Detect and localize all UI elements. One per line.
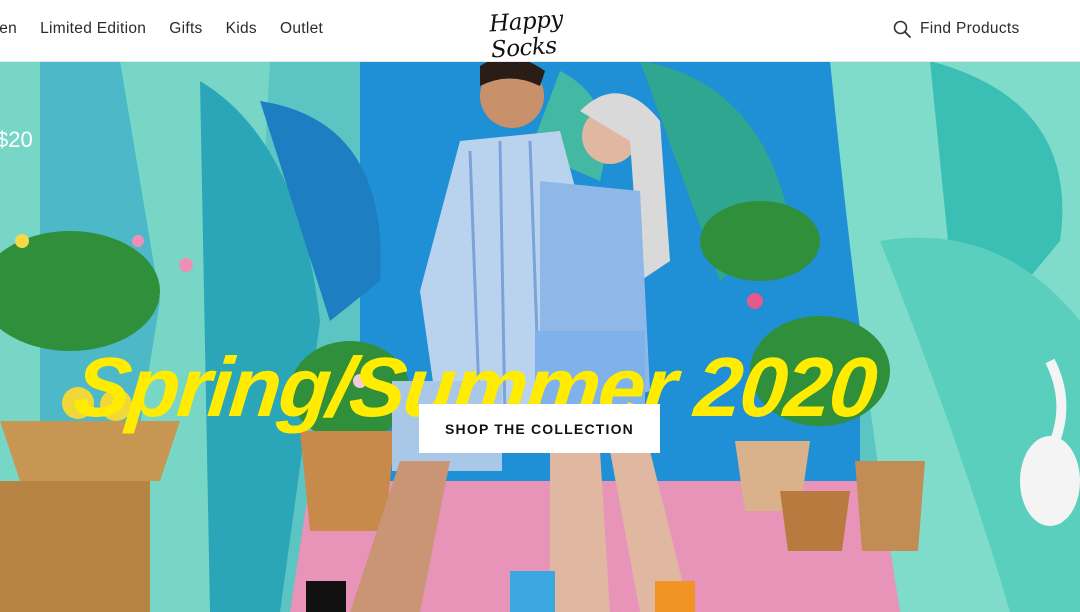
nav-item-limited-edition[interactable]: Limited Edition (40, 20, 146, 38)
happy-socks-logo[interactable]: Happy Socks (488, 6, 590, 63)
logo-wordmark: Happy Socks (488, 6, 564, 64)
site-header: men Limited Edition Gifts Kids Outlet Ha… (0, 0, 1080, 63)
nav-item-outlet[interactable]: Outlet (280, 20, 323, 38)
find-products-label: Find Products (920, 20, 1020, 37)
nav-item-gifts[interactable]: Gifts (169, 20, 202, 38)
search-icon (893, 20, 911, 38)
main-nav: men Limited Edition Gifts Kids Outlet (0, 20, 346, 38)
partial-price-text: $20 (0, 127, 33, 152)
shop-the-collection-button[interactable]: SHOP THE COLLECTION (419, 404, 660, 453)
nav-item-men[interactable]: men (0, 20, 17, 38)
nav-item-kids[interactable]: Kids (226, 20, 257, 38)
find-products-button[interactable]: Find Products (893, 20, 1020, 38)
hero-banner[interactable]: $20 Spring/Summer 2020 SHOP THE COLLECTI… (0, 61, 1080, 612)
